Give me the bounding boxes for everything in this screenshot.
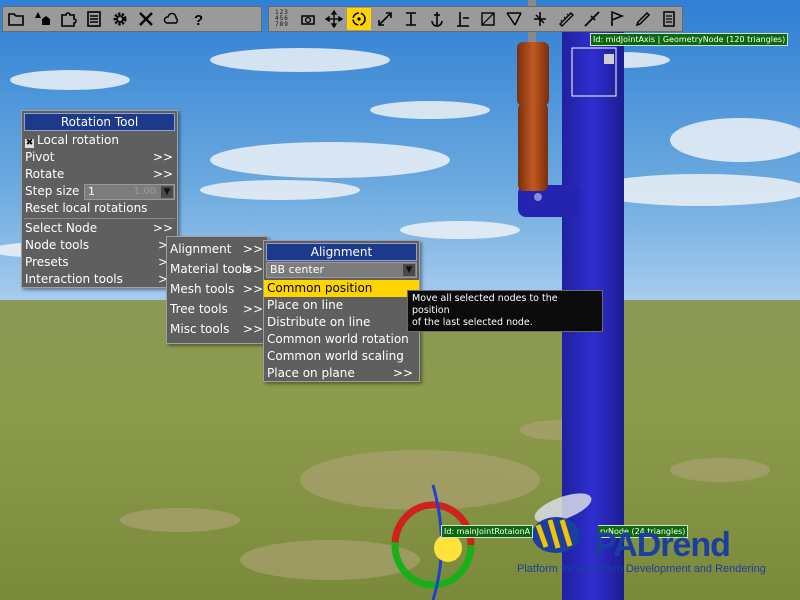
menu-item-label: Misc tools	[170, 322, 230, 336]
chevron-down-icon[interactable]: ▼	[161, 186, 173, 198]
place-on-plane-item[interactable]: Place on plane >>	[264, 365, 419, 382]
submenu-arrow: >>	[392, 366, 413, 380]
interaction-tools-item[interactable]: Interaction tools >	[22, 271, 177, 288]
rotate-icon[interactable]	[347, 8, 372, 30]
node-label-bottom: Id: mainJointRotaionA	[441, 525, 534, 538]
alignment-menu: Alignment BB center ▼ Common position Pl…	[263, 240, 420, 382]
place-on-line-item[interactable]: Place on line	[264, 297, 419, 314]
submenu-arrow: >>	[152, 167, 173, 181]
rotation-tool-menu: Rotation Tool ✖ Local rotation Pivot >> Ro…	[21, 110, 178, 288]
logo-tagline: Platform for Algorithm Development and R…	[517, 563, 766, 575]
ruler-icon[interactable]	[554, 8, 578, 30]
cloud-icon[interactable]	[160, 8, 184, 30]
place-on-plane-label: Place on plane	[267, 366, 355, 380]
select-node-item[interactable]: Select Node >>	[22, 220, 177, 237]
submenu-arrow: >>	[242, 322, 263, 336]
anchor-icon[interactable]	[425, 8, 449, 30]
node-tools-item-material-tools[interactable]: Material tools >>	[167, 259, 267, 279]
tool-toolbar: 123 456 789	[268, 6, 683, 32]
tree-house-icon[interactable]	[30, 8, 54, 30]
flag-icon[interactable]	[606, 8, 630, 30]
submenu-arrow: >>	[242, 242, 263, 256]
snap-icon[interactable]	[399, 8, 423, 30]
svg-text:?: ?	[194, 12, 203, 28]
node-label-top: Id: midJointAxis | GeometryNode (120 tri…	[590, 33, 789, 46]
list-icon[interactable]	[82, 8, 106, 30]
node-tools-item-misc-tools[interactable]: Misc tools >>	[167, 319, 267, 339]
select-node-label: Select Node	[25, 221, 98, 235]
puzzle-icon[interactable]	[56, 8, 80, 30]
common-world-scaling-item[interactable]: Common world scaling	[264, 348, 419, 365]
pivot-label: Pivot	[25, 150, 55, 164]
common-position-item[interactable]: Common position	[264, 280, 419, 297]
submenu-arrow: >>	[242, 302, 263, 316]
node-tools-item-tree-tools[interactable]: Tree tools >>	[167, 299, 267, 319]
divider	[24, 218, 175, 219]
tooltip-line-2: of the last selected node.	[412, 317, 533, 328]
local-rotation-checkbox[interactable]: ✖ Local rotation	[22, 132, 177, 149]
step-size-ghost: 1.00	[133, 186, 156, 197]
menu-item-label: Alignment	[170, 242, 232, 256]
presets-item[interactable]: Presets >	[22, 254, 177, 271]
padrend-logo: PADrend	[594, 526, 731, 564]
step-size-select[interactable]: 1 1.00 ▼	[84, 184, 175, 200]
checkbox-icon: ✖	[25, 138, 34, 148]
menu-item-label: Tree tools	[170, 302, 228, 316]
node-tools-item-alignment[interactable]: Alignment >>	[167, 239, 267, 259]
step-size-row: Step size 1 1.00 ▼	[22, 183, 177, 200]
node-tools-menu: Alignment >> Material tools >> Mesh tools >…	[166, 236, 268, 344]
brush-icon[interactable]	[580, 8, 604, 30]
rotation-tool-title: Rotation Tool	[24, 113, 175, 131]
pivot-item[interactable]: Pivot >>	[22, 149, 177, 166]
rotate-label: Rotate	[25, 167, 65, 181]
menu-item-label: Mesh tools	[170, 282, 235, 296]
step-size-value: 1	[88, 185, 95, 198]
document-icon[interactable]	[657, 8, 681, 30]
alignment-title: Alignment	[266, 243, 417, 261]
submenu-arrow: >>	[152, 150, 173, 164]
local-rotation-label: Local rotation	[37, 133, 119, 147]
tooltip-line-1: Move all selected nodes to the position	[412, 293, 558, 316]
distribute-on-line-item[interactable]: Distribute on line	[264, 314, 419, 331]
submenu-arrow: >>	[242, 262, 263, 276]
align-icon[interactable]	[502, 8, 526, 30]
presets-label: Presets	[25, 255, 69, 269]
reset-local-rotations-button[interactable]: Reset local rotations	[22, 200, 177, 217]
submenu-arrow: >>	[242, 282, 263, 296]
chevron-down-icon[interactable]: ▼	[403, 264, 415, 276]
gear-icon[interactable]	[108, 8, 132, 30]
arrows-icon[interactable]	[528, 8, 552, 30]
frame-icon[interactable]	[477, 8, 501, 30]
step-size-label: Step size	[25, 184, 80, 198]
scale-icon[interactable]	[373, 8, 397, 30]
alignment-mode-value: BB center	[270, 263, 324, 276]
tools-icon[interactable]	[134, 8, 158, 30]
camera-icon[interactable]	[296, 8, 320, 30]
pen-icon[interactable]	[631, 8, 655, 30]
tooltip: Move all selected nodes to the position …	[407, 290, 603, 332]
interaction-tools-label: Interaction tools	[25, 272, 123, 286]
pillar-icon[interactable]	[451, 8, 475, 30]
help-icon[interactable]: ?	[186, 8, 210, 30]
move-icon[interactable]	[322, 8, 346, 30]
main-toolbar: ?	[2, 6, 262, 32]
folder-icon[interactable]	[4, 8, 28, 30]
node-tools-item-mesh-tools[interactable]: Mesh tools >>	[167, 279, 267, 299]
node-tools-label: Node tools	[25, 238, 90, 252]
alignment-mode-select[interactable]: BB center ▼	[266, 262, 417, 278]
node-tools-item[interactable]: Node tools >	[22, 237, 177, 254]
submenu-arrow: >>	[152, 221, 173, 235]
menu-item-label: Material tools	[170, 262, 252, 276]
numpad-icon[interactable]: 123 456 789	[270, 8, 294, 30]
rotate-item[interactable]: Rotate >>	[22, 166, 177, 183]
common-world-rotation-item[interactable]: Common world rotation	[264, 331, 419, 348]
